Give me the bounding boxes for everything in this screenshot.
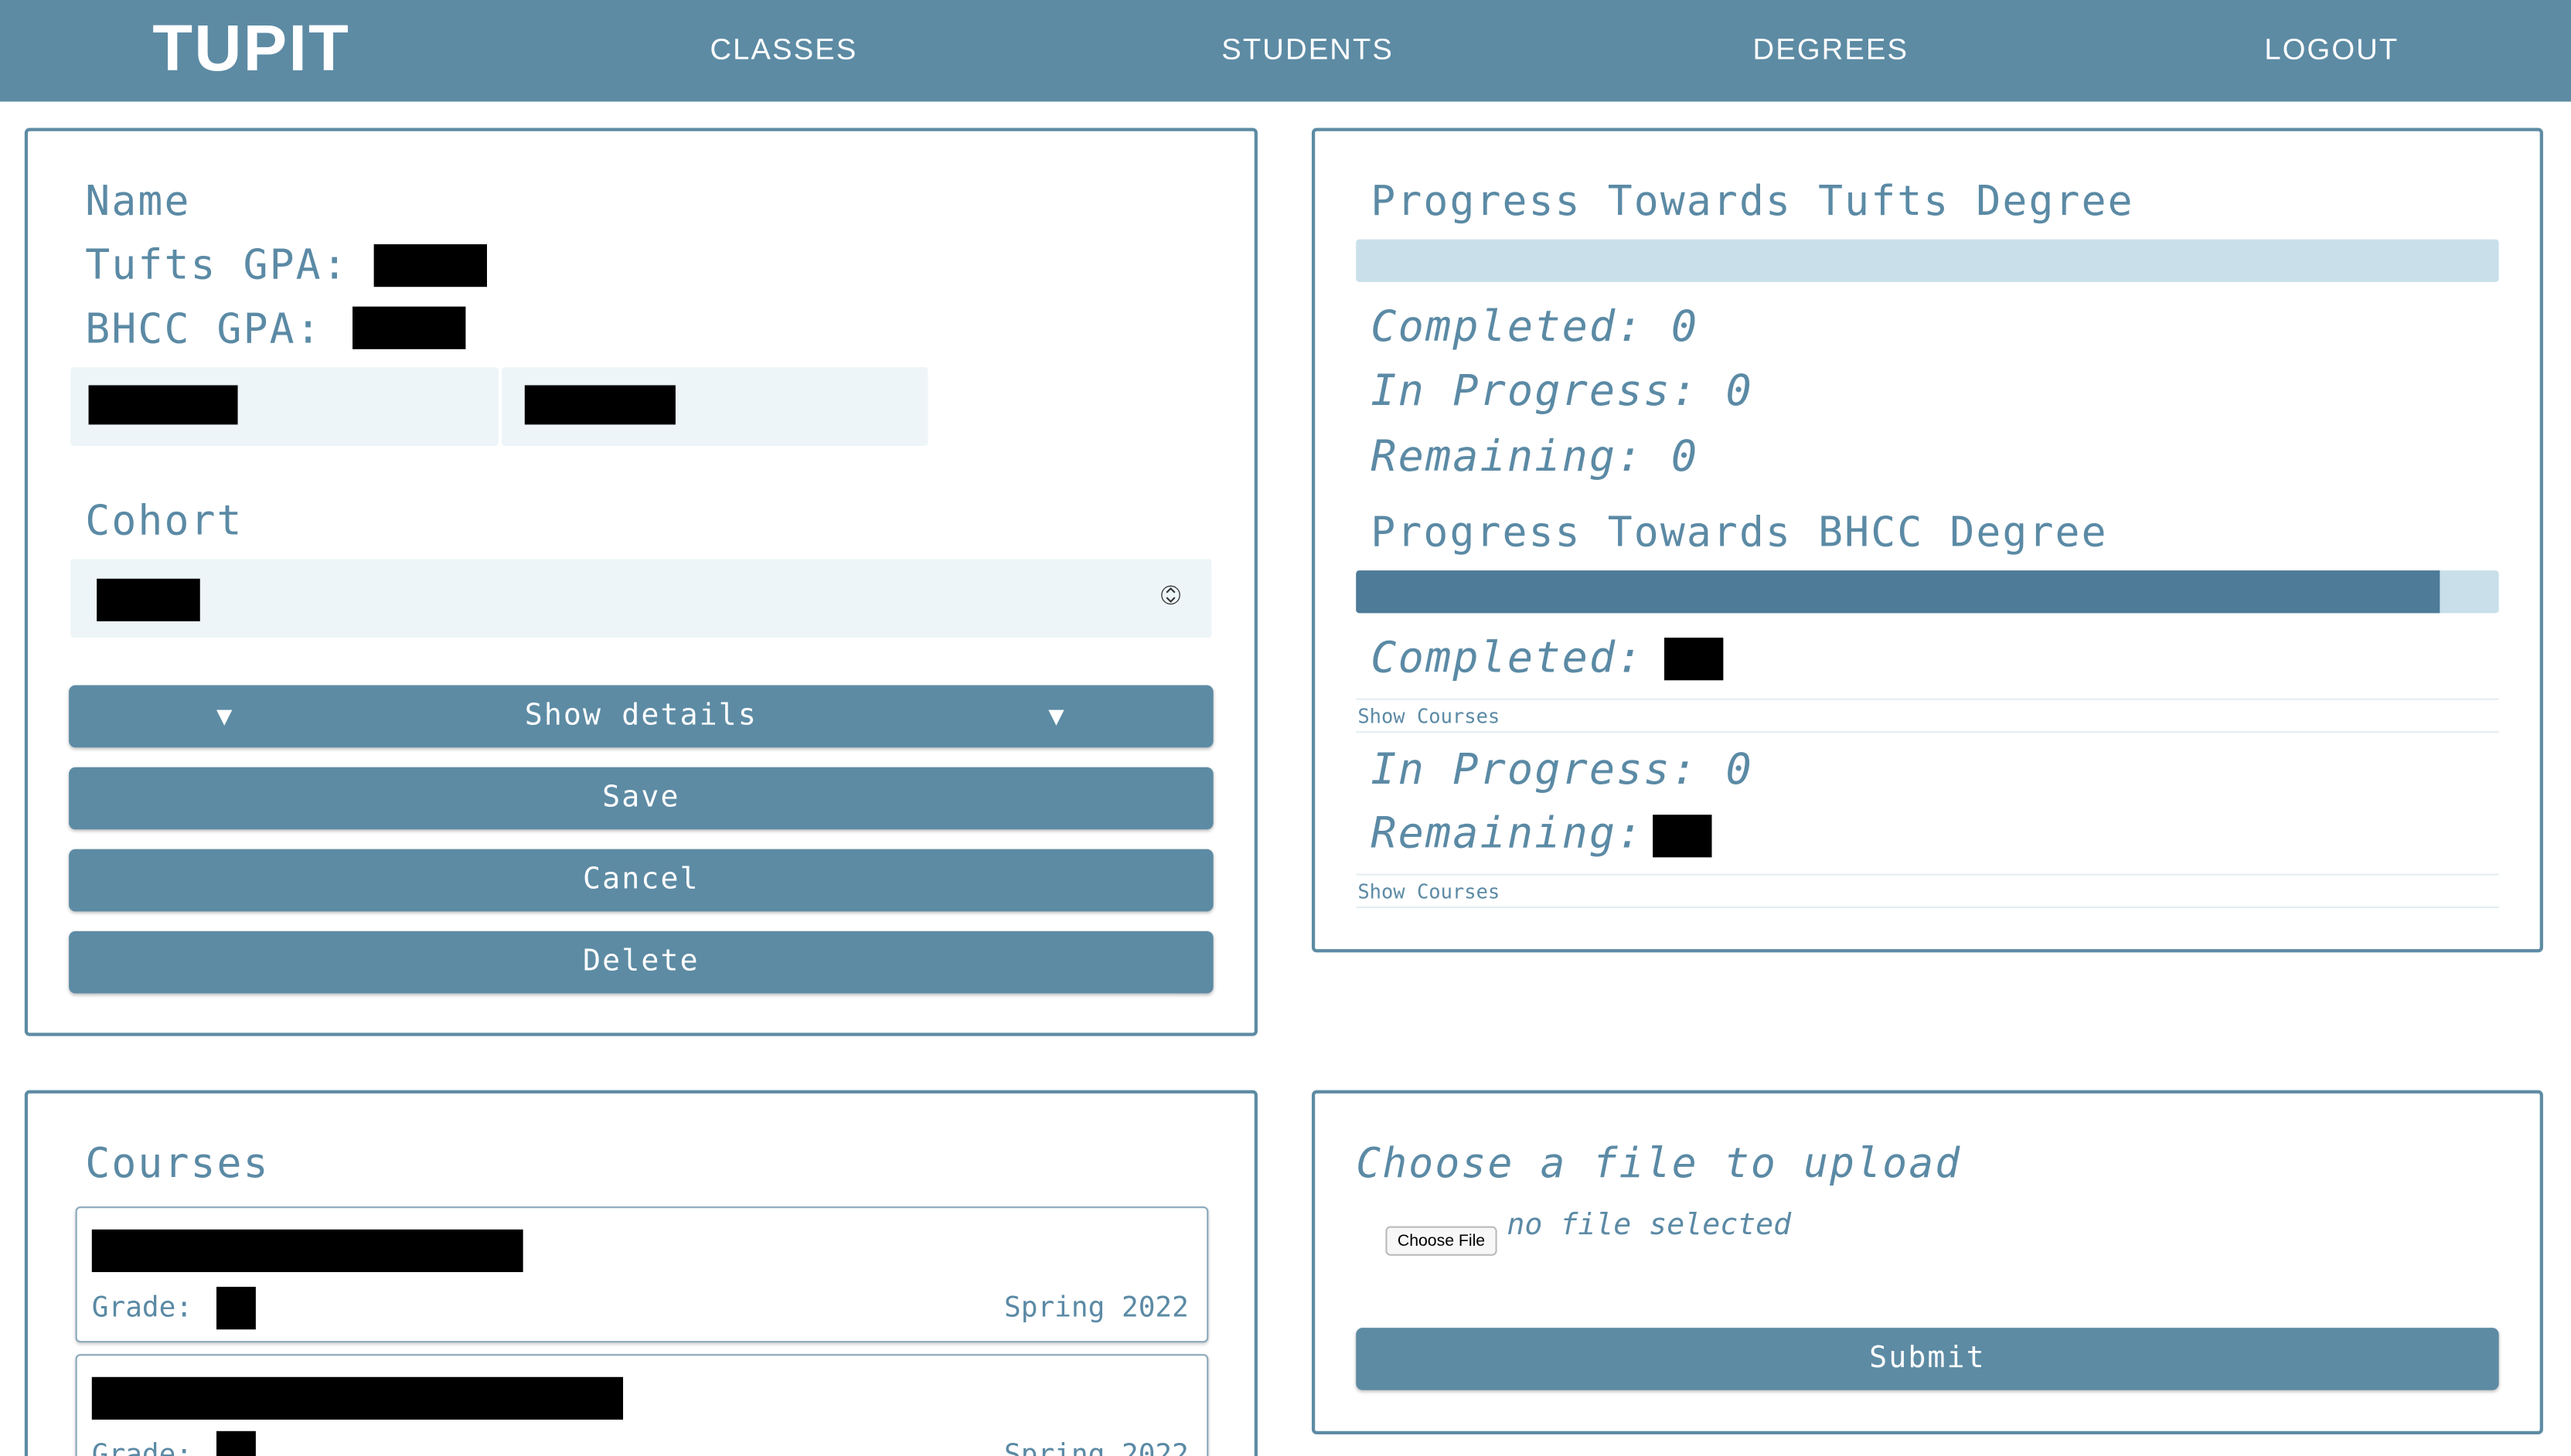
bhcc-completed-value-redacted [1663,638,1724,681]
bhcc-completed-label: Completed: [1371,634,1644,684]
bhcc-progress-bar [1356,570,2499,614]
no-file-selected-label: no file selected [1507,1208,1792,1243]
brand-logo[interactable]: TUPIT [152,13,350,87]
bhcc-remaining-show-courses[interactable]: Show Courses [1357,880,1500,903]
cohort-value-redacted [97,578,200,621]
tufts-completed-label: Completed: 0 [1371,303,1699,353]
tufts-progress-title: Progress Towards Tufts Degree [1371,177,2134,225]
course-grade-redacted [216,1430,256,1456]
save-button[interactable]: Save [69,767,1214,830]
nav-link-degrees[interactable]: DEGREES [1753,32,1909,67]
cohort-label: Cohort [85,496,243,545]
nav-link-classes[interactable]: CLASSES [710,32,857,67]
delete-button[interactable]: Delete [69,930,1214,994]
divider [1356,873,2499,876]
name-label: Name [85,177,191,225]
tufts-in-progress-label: In Progress: 0 [1371,367,1753,417]
divider [1356,731,2499,733]
course-name-redacted [91,1229,523,1273]
bhcc-completed-show-courses[interactable]: Show Courses [1357,705,1500,728]
course-term: Spring 2022 [1004,1439,1189,1456]
chevron-down-icon: ▼ [1048,699,1066,732]
show-details-button[interactable]: ▼ Show details ▼ [69,685,1214,748]
bhcc-remaining-value-redacted [1653,815,1712,858]
upload-title: Choose a file to upload [1356,1139,1962,1187]
nav-link-students[interactable]: STUDENTS [1221,32,1394,67]
top-navbar: TUPIT CLASSES STUDENTS DEGREES LOGOUT [0,0,2571,102]
course-grade-label: Grade: [91,1439,193,1456]
choose-file-button[interactable]: Choose File [1385,1226,1497,1256]
bhcc-progress-fill [1356,570,2440,614]
nav-link-logout[interactable]: LOGOUT [2264,32,2399,67]
bhcc-progress-title: Progress Towards BHCC Degree [1371,508,2108,556]
cohort-select[interactable] [70,559,1212,638]
cancel-button[interactable]: Cancel [69,849,1214,912]
last-name-value-redacted [524,385,676,425]
course-item[interactable]: Grade: Spring 2022 [75,1206,1209,1343]
course-grade-label: Grade: [91,1291,193,1325]
submit-button[interactable]: Submit [1356,1328,2499,1390]
courses-title: Courses [85,1139,270,1187]
bhcc-in-progress-label: In Progress: 0 [1371,746,1753,795]
show-details-label: Show details [524,698,758,733]
chevron-down-icon: ▼ [216,699,234,732]
select-spinner-icon[interactable] [1161,579,1180,611]
divider [1356,698,2499,700]
bhcc-gpa-label: BHCC GPA: [85,304,322,353]
bhcc-remaining-label: Remaining: [1371,809,1644,859]
first-name-value-redacted [88,385,238,425]
tufts-progress-bar [1356,239,2499,282]
tufts-remaining-label: Remaining: 0 [1371,432,1699,482]
divider [1356,907,2499,909]
tufts-gpa-label: Tufts GPA: [85,240,349,289]
course-grade-redacted [216,1287,256,1330]
tufts-gpa-value-redacted [373,244,487,287]
course-item[interactable]: Grade: Spring 2022 [75,1354,1209,1456]
course-term: Spring 2022 [1004,1291,1189,1325]
bhcc-gpa-value-redacted [352,306,466,349]
course-name-redacted [91,1376,624,1420]
